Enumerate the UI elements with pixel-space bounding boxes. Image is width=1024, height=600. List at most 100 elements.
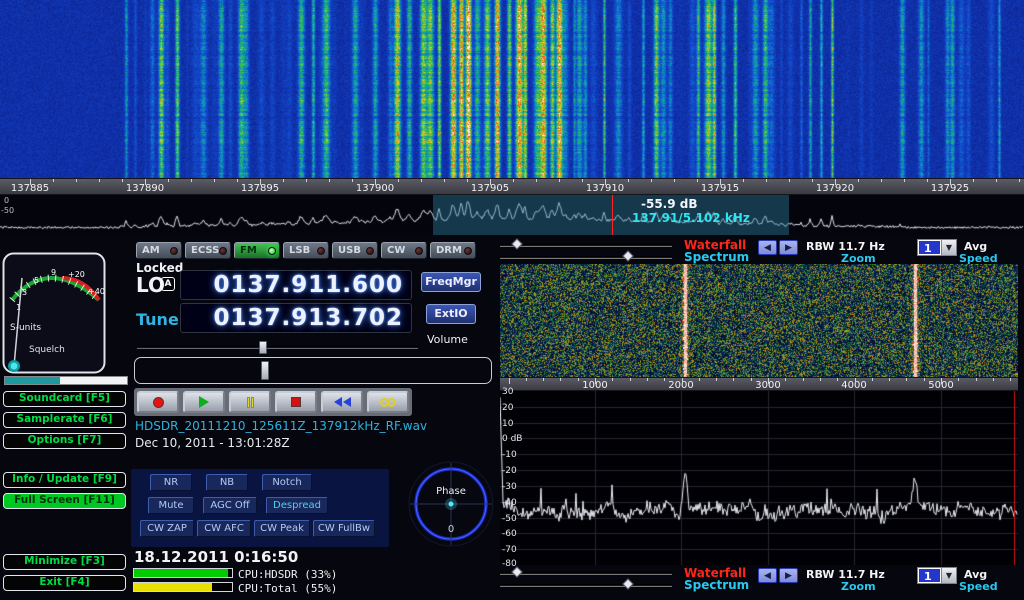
waterfall-brightness-slider[interactable] <box>500 240 672 250</box>
mute-button[interactable]: Mute <box>148 497 194 514</box>
mode-led-icon <box>366 247 374 255</box>
pause-icon <box>247 397 250 408</box>
cw-zap-button[interactable]: CW ZAP <box>140 520 194 537</box>
cw-afc-button[interactable]: CW AFC <box>197 520 251 537</box>
mode-button-drm[interactable]: DRM <box>430 242 476 259</box>
loop-icon <box>387 398 396 407</box>
mode-button-usb[interactable]: USB <box>332 242 378 259</box>
af-frequency-scale[interactable]: 1000 2000 3000 4000 5000 <box>500 377 1018 391</box>
dsp-panel: NR NB Notch Mute AGC Off Despread CW ZAP… <box>131 469 389 547</box>
slider-track <box>500 244 672 247</box>
phase-dot <box>449 502 454 507</box>
avg-select-value-top: 1 <box>919 241 940 254</box>
rbw-decrease-button-bottom[interactable]: ◀ <box>758 568 777 583</box>
db-axis-label: -60 <box>502 529 517 539</box>
mode-label-usb: USB <box>338 245 361 256</box>
lo-frequency-display[interactable]: 0137.911.600 <box>180 270 412 300</box>
rewind-button[interactable] <box>321 391 363 413</box>
stop-button[interactable] <box>275 391 317 413</box>
despread-button[interactable]: Despread <box>266 497 328 514</box>
cw-peak-button[interactable]: CW Peak <box>254 520 310 537</box>
cursor-frequency-readout: 137.91/5.102 kHz <box>632 211 750 225</box>
pause-icon <box>251 397 254 408</box>
db-axis-label: -30 <box>502 482 517 492</box>
mode-label-lsb: LSB <box>289 245 310 256</box>
cpu-hdsdr-bar <box>133 568 233 578</box>
rbw-decrease-button-top[interactable]: ◀ <box>758 240 777 255</box>
tune-frequency-display[interactable]: 0137.913.702 <box>180 303 412 333</box>
db-axis-label: -10 <box>502 450 517 460</box>
lo-a-badge[interactable]: A <box>161 277 175 291</box>
spectrum-label-top[interactable]: Spectrum <box>684 250 749 264</box>
db-axis-label: -20 <box>502 466 517 476</box>
info-update-button[interactable]: Info / Update [F9] <box>3 472 126 488</box>
slider-thumb[interactable] <box>622 250 633 261</box>
phase-label: Phase <box>436 486 466 497</box>
fullscreen-button[interactable]: Full Screen [F11] <box>3 493 126 509</box>
loop-button[interactable] <box>367 391 409 413</box>
datetime-display: 18.12.2011 0:16:50 <box>134 548 298 566</box>
mode-button-fm[interactable]: FM <box>234 242 280 259</box>
combo-dropdown-icon[interactable]: ▼ <box>941 240 956 255</box>
rbw-increase-button-bottom[interactable]: ▶ <box>779 568 798 583</box>
play-button[interactable] <box>183 391 225 413</box>
slider-thumb[interactable] <box>511 238 522 249</box>
squelch-slider[interactable] <box>4 376 128 385</box>
minimize-button[interactable]: Minimize [F3] <box>3 554 126 570</box>
db-axis-label: 20 <box>502 403 513 413</box>
rf-gain-slider-thumb[interactable] <box>261 361 269 380</box>
main-waterfall-display[interactable] <box>0 0 1024 178</box>
record-button[interactable] <box>137 391 179 413</box>
exit-button[interactable]: Exit [F4] <box>3 575 126 591</box>
mini-axis-50-label: -50 <box>1 206 14 215</box>
rbw-increase-button-top[interactable]: ▶ <box>779 240 798 255</box>
mode-led-icon <box>219 247 227 255</box>
slider-thumb[interactable] <box>622 578 633 589</box>
mode-button-lsb[interactable]: LSB <box>283 242 329 259</box>
af-spectrum-display[interactable] <box>500 391 1018 565</box>
slider-track <box>500 256 672 259</box>
af-waterfall-display[interactable] <box>500 264 1018 377</box>
cpu-total-text: CPU:Total (55%) <box>238 582 337 595</box>
spectrum-label-bottom[interactable]: Spectrum <box>684 578 749 592</box>
spectrum-range-slider[interactable] <box>500 580 672 590</box>
spectrum-ref-slider[interactable] <box>500 568 672 578</box>
squelch-slider-fill <box>5 377 60 384</box>
meter-tick-3: 3 <box>22 288 27 297</box>
mode-label-drm: DRM <box>436 245 462 256</box>
waterfall-contrast-slider[interactable] <box>500 252 672 262</box>
rewind-icon <box>343 397 351 407</box>
mode-led-icon <box>317 247 325 255</box>
zoom-label-bottom[interactable]: Zoom <box>841 580 876 593</box>
db-axis-label: -50 <box>502 514 517 524</box>
options-button[interactable]: Options [F7] <box>3 433 126 449</box>
nb-button[interactable]: NB <box>206 474 248 491</box>
mode-button-am[interactable]: AM <box>136 242 182 259</box>
volume-slider[interactable] <box>137 341 418 354</box>
main-frequency-scale[interactable]: 137885 137890 137895 137900 137905 13791… <box>0 178 1024 195</box>
mode-led-icon <box>464 247 472 255</box>
mode-label-ecss: ECSS <box>191 245 219 256</box>
rf-gain-slider[interactable] <box>134 357 492 384</box>
notch-button[interactable]: Notch <box>262 474 312 491</box>
agc-button[interactable]: AGC Off <box>203 497 257 514</box>
slider-thumb[interactable] <box>511 566 522 577</box>
mode-button-ecss[interactable]: ECSS <box>185 242 231 259</box>
mode-button-cw[interactable]: CW <box>381 242 427 259</box>
volume-slider-thumb[interactable] <box>259 341 267 354</box>
extio-button[interactable]: ExtIO <box>426 304 476 324</box>
avg-select-bottom[interactable]: 1 ▼ <box>917 567 957 584</box>
slider-track <box>500 584 672 587</box>
combo-dropdown-icon[interactable]: ▼ <box>941 568 956 583</box>
nr-button[interactable]: NR <box>150 474 192 491</box>
mode-label-cw: CW <box>387 245 405 256</box>
freqmgr-button[interactable]: FreqMgr <box>421 272 481 292</box>
pause-button[interactable] <box>229 391 271 413</box>
soundcard-button[interactable]: Soundcard [F5] <box>3 391 126 407</box>
samplerate-button[interactable]: Samplerate [F6] <box>3 412 126 428</box>
cw-fullbw-button[interactable]: CW FullBw <box>313 520 375 537</box>
avg-select-value-bottom: 1 <box>919 569 940 582</box>
avg-select-top[interactable]: 1 ▼ <box>917 239 957 256</box>
play-icon <box>199 396 209 408</box>
mode-label-am: AM <box>142 245 160 256</box>
